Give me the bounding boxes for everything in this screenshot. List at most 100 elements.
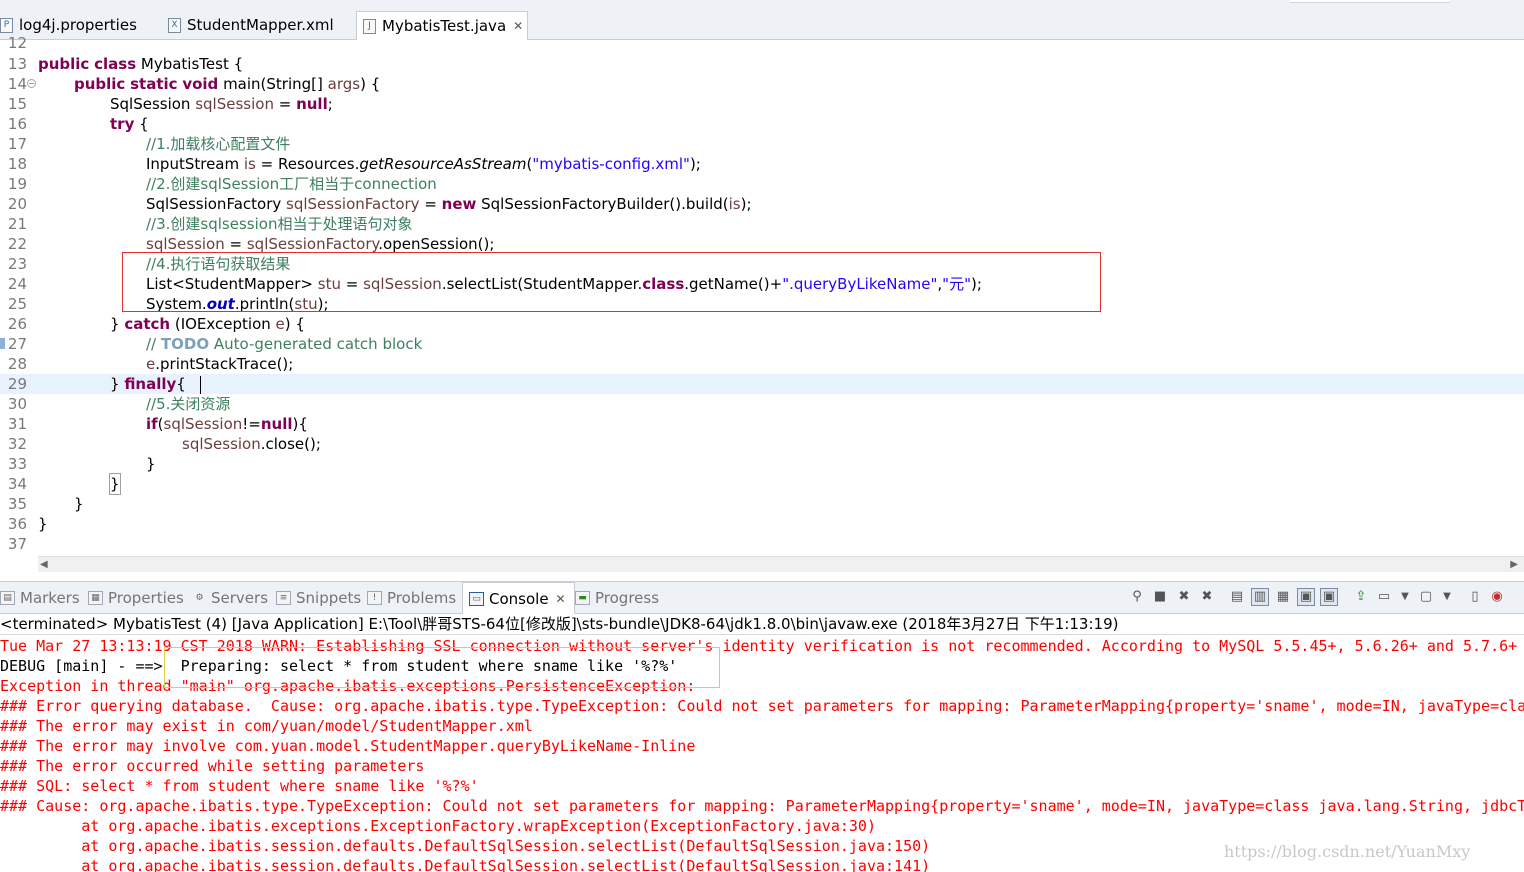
code-editor[interactable]: 12 13 public class MybatisTest { 14 − pu… bbox=[0, 34, 1524, 556]
code-line: 21 //3.创建sqlsession相当于处理语句对象 bbox=[0, 214, 1524, 234]
line-number: 14 bbox=[7, 75, 27, 93]
maximize-icon[interactable]: ◉ bbox=[1488, 588, 1506, 606]
open-console-icon[interactable]: ▢ bbox=[1417, 588, 1435, 606]
line-number: 18 bbox=[7, 155, 27, 173]
line-number: 21 bbox=[7, 215, 27, 233]
scroll-lock-icon[interactable]: ▥ bbox=[1251, 588, 1269, 606]
tab-servers[interactable]: ⚙ Servers bbox=[193, 582, 268, 613]
console-header: <terminated> MybatisTest (4) [Java Appli… bbox=[0, 614, 1524, 635]
close-tab-icon[interactable]: ✕ bbox=[513, 19, 523, 33]
toolbar-field bbox=[1290, 0, 1450, 3]
minimize-icon[interactable]: ▯ bbox=[1466, 588, 1484, 606]
tab-problems[interactable]: ! Problems bbox=[367, 582, 456, 613]
remove-all-terminated-icon[interactable]: ✖ bbox=[1198, 588, 1216, 606]
console-line: ### The error may exist in com/yuan/mode… bbox=[0, 717, 533, 735]
line-number: 27 bbox=[7, 335, 27, 353]
word-wrap-icon[interactable]: ▦ bbox=[1274, 588, 1292, 606]
line-number: 37 bbox=[7, 535, 27, 553]
close-tab-icon[interactable]: ✕ bbox=[556, 592, 566, 606]
code-line: 35 } bbox=[0, 494, 1524, 514]
code-line: 12 bbox=[0, 33, 1524, 53]
code-text: SqlSessionFactory sqlSessionFactory = ne… bbox=[146, 195, 752, 213]
console-line: ### The error may involve com.yuan.model… bbox=[0, 737, 696, 755]
line-number: 29 bbox=[7, 375, 27, 393]
line-number: 12 bbox=[7, 34, 27, 52]
line-number: 28 bbox=[7, 355, 27, 373]
xml-file-icon: X bbox=[168, 17, 181, 33]
fold-toggle-icon[interactable]: − bbox=[27, 79, 36, 88]
console-line: at org.apache.ibatis.exceptions.Exceptio… bbox=[0, 817, 876, 835]
text-caret bbox=[200, 376, 201, 394]
code-line: 19 //2.创建sqlSession工厂相当于connection bbox=[0, 174, 1524, 194]
code-text: } bbox=[74, 495, 84, 513]
tab-markers[interactable]: ▤ Markers bbox=[0, 582, 80, 613]
code-line: 13 public class MybatisTest { bbox=[0, 54, 1524, 74]
code-line: 34 } bbox=[0, 473, 1524, 495]
code-text: sqlSession.close(); bbox=[182, 435, 321, 453]
clear-console-icon[interactable]: ▤ bbox=[1228, 588, 1246, 606]
code-text: try { bbox=[110, 115, 149, 133]
tab-label: StudentMapper.xml bbox=[187, 16, 334, 34]
dropdown-chevron-icon[interactable]: ▼ bbox=[1396, 588, 1414, 606]
console-line: ### SQL: select * from student where sna… bbox=[0, 777, 479, 795]
line-number: 25 bbox=[7, 295, 27, 313]
tab-progress[interactable]: ▬ Progress bbox=[575, 582, 659, 613]
remove-launch-icon[interactable]: ✖ bbox=[1175, 588, 1193, 606]
code-comment: //1.加载核心配置文件 bbox=[146, 135, 291, 153]
debug-highlight-box bbox=[164, 647, 720, 688]
code-comment: //2.创建sqlSession工厂相当于connection bbox=[146, 175, 437, 193]
bottom-panel-tab-bar: ▤ Markers ▦ Properties ⚙ Servers ≡ Snippets … bbox=[0, 581, 1524, 614]
code-text: public class MybatisTest { bbox=[38, 55, 244, 73]
unlink-icon[interactable]: ⚲ bbox=[1128, 588, 1146, 606]
line-number: 23 bbox=[7, 255, 27, 273]
console-line: at org.apache.ibatis.session.defaults.De… bbox=[0, 837, 931, 855]
line-number: 30 bbox=[7, 395, 27, 413]
code-line: 32 sqlSession.close(); bbox=[0, 434, 1524, 454]
code-text: } finally{ bbox=[110, 375, 186, 393]
editor-horizontal-scrollbar[interactable]: ◀ ▶ bbox=[38, 556, 1524, 572]
tab-label: log4j.properties bbox=[19, 16, 137, 34]
line-number: 19 bbox=[7, 175, 27, 193]
scroll-left-icon[interactable]: ◀ bbox=[40, 559, 48, 570]
code-line: 37 bbox=[0, 534, 1524, 554]
properties-file-icon: P bbox=[0, 17, 13, 33]
tab-console[interactable]: ▭ Console ✕ bbox=[462, 582, 575, 614]
code-text: } bbox=[109, 473, 121, 495]
tab-snippets[interactable]: ≡ Snippets bbox=[276, 582, 361, 613]
console-line: ### Cause: org.apache.ibatis.type.TypeEx… bbox=[0, 797, 1524, 815]
terminate-icon[interactable]: ■ bbox=[1151, 588, 1169, 606]
code-line: 15 SqlSession sqlSession = null; bbox=[0, 94, 1524, 114]
code-text: public static void main(String[] args) { bbox=[74, 75, 381, 93]
dropdown-chevron-icon[interactable]: ▼ bbox=[1438, 588, 1456, 606]
code-line: 28 e.printStackTrace(); bbox=[0, 354, 1524, 374]
line-number: 33 bbox=[7, 455, 27, 473]
code-line: 18 InputStream is = Resources.getResourc… bbox=[0, 154, 1524, 174]
properties-icon: ▦ bbox=[88, 590, 103, 605]
scroll-right-icon[interactable]: ▶ bbox=[1510, 559, 1518, 570]
code-line: 27 // TODO Auto-generated catch block bbox=[0, 334, 1524, 354]
code-text: e.printStackTrace(); bbox=[146, 355, 294, 373]
code-line: 33 } bbox=[0, 454, 1524, 474]
code-comment: // TODO Auto-generated catch block bbox=[146, 335, 423, 353]
code-comment: //5.关闭资源 bbox=[146, 395, 231, 413]
markers-icon: ▤ bbox=[0, 590, 15, 605]
show-on-error-icon[interactable]: ▣ bbox=[1320, 588, 1338, 606]
line-number: 34 bbox=[7, 475, 27, 493]
show-on-output-icon[interactable]: ▣ bbox=[1297, 588, 1315, 606]
line-number: 16 bbox=[7, 115, 27, 133]
code-line: 20 SqlSessionFactory sqlSessionFactory =… bbox=[0, 194, 1524, 214]
problems-icon: ! bbox=[367, 590, 382, 605]
code-text: } bbox=[146, 455, 156, 473]
code-text: } catch (IOException e) { bbox=[110, 315, 305, 333]
tab-properties[interactable]: ▦ Properties bbox=[88, 582, 184, 613]
line-number: 17 bbox=[7, 135, 27, 153]
display-console-icon[interactable]: ▭ bbox=[1375, 588, 1393, 606]
code-line: 16 try { bbox=[0, 114, 1524, 134]
code-line: 22 sqlSession = sqlSessionFactory.openSe… bbox=[0, 234, 1524, 254]
code-line: 26 } catch (IOException e) { bbox=[0, 314, 1524, 334]
code-text: InputStream is = Resources.getResourceAs… bbox=[146, 155, 701, 173]
line-number: 31 bbox=[7, 415, 27, 433]
progress-icon: ▬ bbox=[575, 590, 590, 605]
code-text: SqlSession sqlSession = null; bbox=[110, 95, 333, 113]
pin-console-icon[interactable]: ⇪ bbox=[1352, 588, 1370, 606]
